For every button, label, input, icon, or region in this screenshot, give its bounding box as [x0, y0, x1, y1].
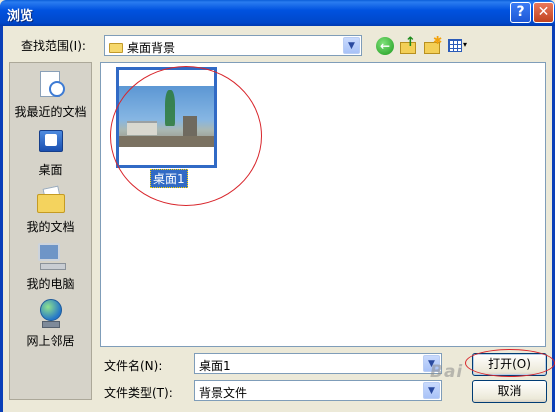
thumb-ground [119, 136, 214, 147]
folder-icon [109, 43, 123, 53]
place-recent-documents[interactable]: 我最近的文档 [10, 69, 91, 120]
place-label: 桌面 [38, 163, 63, 177]
computer-base-shape [39, 263, 66, 270]
browse-dialog: 浏览 ? ✕ 查找范围(I): 桌面背景 ▼ ← ↑ ✱ ▾ 我最近的文档 桌面… [0, 0, 555, 412]
title-bar[interactable]: 浏览 ? ✕ [0, 0, 555, 26]
window-frame-left [0, 26, 3, 412]
open-button[interactable]: 打开(O) [472, 353, 547, 376]
window-title: 浏览 [7, 9, 34, 24]
thumb-gate [183, 116, 197, 136]
chevron-down-icon[interactable]: ▼ [423, 382, 440, 399]
up-arrow-glyph: ↑ [405, 35, 416, 50]
desktop-icon [35, 127, 67, 159]
desktop-pen-shape [44, 134, 57, 146]
clock-icon [48, 81, 65, 97]
file-thumbnail[interactable] [116, 67, 217, 168]
place-label: 我的文档 [26, 220, 75, 234]
place-label: 我的电脑 [26, 277, 75, 291]
place-network[interactable]: 网上邻居 [10, 298, 91, 349]
network-places-icon [35, 298, 67, 330]
file-type-select[interactable]: 背景文件 ▼ [194, 380, 442, 401]
file-type-value: 背景文件 [199, 386, 248, 400]
file-list[interactable]: 桌面1 [100, 62, 546, 347]
back-icon[interactable]: ← [376, 37, 394, 55]
look-in-value: 桌面背景 [127, 41, 176, 55]
place-my-computer[interactable]: 我的电脑 [10, 241, 91, 292]
look-in-combo[interactable]: 桌面背景 ▼ [104, 35, 362, 56]
doc-folder-shape [36, 194, 65, 213]
recent-documents-icon [35, 69, 67, 101]
image-thumbnail [119, 86, 214, 147]
place-label: 网上邻居 [26, 334, 75, 348]
thumb-building [127, 121, 157, 135]
up-folder-icon[interactable]: ↑ [400, 35, 418, 55]
place-label: 我最近的文档 [14, 105, 87, 119]
place-my-documents[interactable]: 我的文档 [10, 184, 91, 235]
view-caret: ▾ [463, 40, 468, 49]
computer-monitor-shape [37, 243, 60, 261]
new-folder-star: ✱ [433, 34, 443, 47]
cancel-button[interactable]: 取消 [472, 380, 547, 403]
chevron-down-icon[interactable]: ▼ [423, 355, 440, 372]
place-desktop[interactable]: 桌面 [10, 127, 91, 178]
file-type-label-text: 文件类型(T): [104, 386, 173, 400]
file-name-label[interactable]: 桌面1 [150, 169, 188, 188]
file-name-value: 桌面1 [199, 359, 231, 373]
help-button[interactable]: ? [510, 2, 531, 23]
file-name-input[interactable]: 桌面1 ▼ [194, 353, 442, 374]
view-menu-icon[interactable]: ▾ [448, 37, 470, 55]
new-folder-icon[interactable]: ✱ [424, 34, 443, 55]
network-base-shape [41, 321, 60, 328]
my-documents-icon [35, 184, 67, 216]
thumb-tree [165, 90, 175, 126]
chevron-down-icon[interactable]: ▼ [343, 37, 360, 54]
view-grid-icon [448, 39, 462, 52]
close-button[interactable]: ✕ [533, 2, 554, 23]
look-in-value-wrap: 桌面背景 [109, 39, 175, 56]
my-computer-icon [35, 241, 67, 273]
file-name-label-text: 文件名(N): [104, 359, 163, 373]
look-in-label: 查找范围(I): [21, 39, 86, 53]
places-bar: 我最近的文档 桌面 我的文档 我的电脑 网上邻居 [9, 62, 92, 400]
globe-shape [39, 299, 62, 321]
